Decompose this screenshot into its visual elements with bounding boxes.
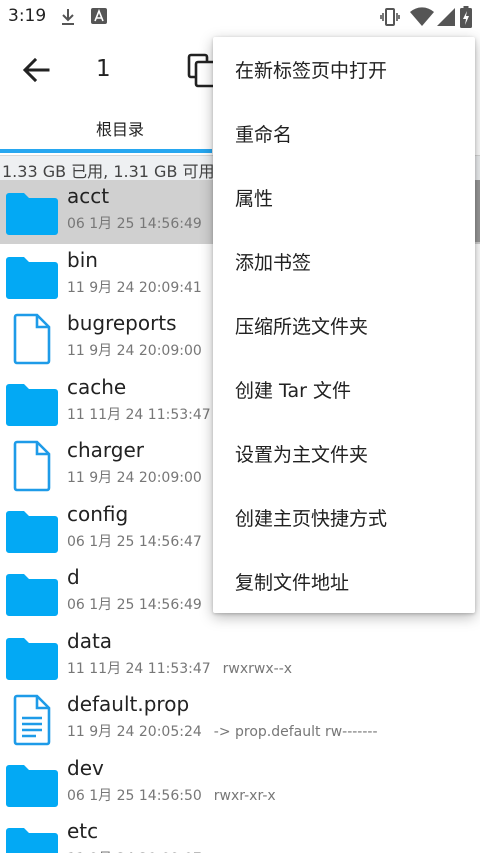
- file-name: cache: [67, 374, 127, 399]
- file-name: charger: [67, 438, 145, 462]
- menu-item-label: 添加书签: [235, 252, 312, 274]
- file-row[interactable]: data 11 11月 24 11:53:47 rwxrwx--x: [0, 625, 480, 689]
- menu-item-label: 复制文件地址: [235, 572, 350, 594]
- menu-item-label: 属性: [235, 188, 274, 210]
- menu-item[interactable]: 重命名: [213, 101, 475, 165]
- file-date: 11 11月 24 11:53:47: [67, 406, 211, 423]
- file-meta: 11 11月 24 11:53:47 rwxrwx--x: [67, 658, 292, 678]
- file-date: 11 9月 24 20:09:41: [67, 279, 202, 296]
- menu-item[interactable]: 压缩所选文件夹: [213, 293, 475, 357]
- file-date: 11 11月 24 11:53:47: [67, 660, 211, 677]
- status-bar: 3:19: [0, 0, 480, 34]
- file-meta: 11 9月 24 20:09:07: [67, 848, 214, 853]
- file-name: bugreports: [67, 311, 177, 335]
- file-row[interactable]: default.prop 11 9月 24 20:05:24 -> prop.def…: [0, 688, 480, 752]
- app-notification-icon: [91, 8, 107, 28]
- folder-icon: [4, 504, 60, 556]
- file-icon: [4, 313, 60, 365]
- toolbar-title: 1: [96, 56, 111, 82]
- folder-icon: [4, 821, 60, 853]
- signal-icon: [437, 7, 455, 31]
- file-name: default.prop: [67, 692, 190, 716]
- menu-item[interactable]: 创建主页快捷方式: [213, 485, 475, 549]
- file-permissions: rwxrwx--x: [222, 660, 293, 677]
- file-date: 06 1月 25 14:56:49: [67, 597, 202, 613]
- file-date: 06 1月 25 14:56:47: [67, 533, 202, 550]
- tab-indicator: [0, 149, 212, 153]
- vibrate-icon: [380, 7, 400, 31]
- folder-icon: [4, 758, 60, 810]
- file-meta: 06 1月 25 14:56:47: [67, 531, 214, 551]
- battery-icon: [460, 6, 472, 32]
- folder-icon: [4, 186, 60, 238]
- menu-item-label: 重命名: [235, 124, 293, 146]
- folder-icon: [4, 631, 60, 683]
- menu-item-label: 创建主页快捷方式: [235, 508, 388, 530]
- file-name: data: [67, 628, 113, 653]
- file-meta: 11 9月 24 20:09:41-: [67, 277, 219, 297]
- file-meta: 06 1月 25 14:56:50 rwxr-xr-x: [67, 785, 276, 805]
- file-date: 11 9月 24 20:09:00: [67, 343, 202, 359]
- file-date: 06 1月 25 14:56:50: [67, 787, 202, 804]
- context-menu: 在新标签页中打开 重命名属性添加书签压缩所选文件夹 创建 Tar 文件 设置为主文件夹…: [213, 37, 475, 613]
- menu-item[interactable]: 添加书签: [213, 229, 475, 293]
- file-row[interactable]: dev 06 1月 25 14:56:50 rwxr-xr-x: [0, 752, 480, 816]
- file-meta: 11 9月 24 20:05:24 -> prop.default rw-----…: [67, 721, 378, 741]
- file-meta: 11 11月 24 11:53:47: [67, 404, 223, 424]
- file-meta: 11 9月 24 20:09:00-: [67, 467, 219, 487]
- folder-icon: [4, 567, 60, 619]
- menu-item-label: 创建 Tar 文件: [235, 380, 351, 402]
- file-date: 06 1月 25 14:56:49: [67, 216, 202, 232]
- file-meta: 06 1月 25 14:56:49-: [67, 594, 219, 614]
- file-date: 11 9月 24 20:09:00: [67, 470, 202, 486]
- download-icon: [60, 8, 76, 30]
- folder-icon: [4, 250, 60, 302]
- file-name: acct: [67, 184, 110, 208]
- storage-text: 1.33 GB 已用, 1.31 GB 可用: [2, 162, 215, 181]
- back-arrow-icon[interactable]: [18, 54, 56, 86]
- menu-item[interactable]: 设置为主文件夹: [213, 421, 475, 485]
- menu-item-label: 压缩所选文件夹: [235, 316, 369, 338]
- file-date: 11 9月 24 20:05:24: [67, 724, 202, 740]
- file-name: config: [67, 501, 129, 526]
- file-icon: [4, 440, 60, 492]
- document-icon: [4, 694, 60, 746]
- file-name: d: [67, 565, 80, 589]
- file-meta: 06 1月 25 14:56:49: [67, 213, 214, 233]
- status-time: 3:19: [8, 6, 47, 26]
- tab-root[interactable]: 根目录: [0, 116, 240, 140]
- menu-item[interactable]: 属性: [213, 165, 475, 229]
- menu-item[interactable]: 复制文件地址: [213, 549, 475, 613]
- menu-item[interactable]: 在新标签页中打开: [213, 37, 475, 101]
- file-name: etc: [67, 819, 99, 843]
- menu-item-label: 在新标签页中打开: [235, 60, 388, 82]
- file-name: bin: [67, 247, 98, 272]
- file-row[interactable]: etc 11 9月 24 20:09:07: [0, 815, 480, 853]
- file-permissions: rwxr-xr-x: [213, 787, 276, 804]
- wifi-icon: [410, 7, 434, 31]
- file-permissions: -> prop.default rw-------: [213, 724, 378, 740]
- folder-icon: [4, 377, 60, 429]
- file-meta: 11 9月 24 20:09:00-: [67, 340, 219, 360]
- menu-item-label: 设置为主文件夹: [235, 444, 369, 466]
- menu-item[interactable]: 创建 Tar 文件: [213, 357, 475, 421]
- file-name: dev: [67, 755, 104, 780]
